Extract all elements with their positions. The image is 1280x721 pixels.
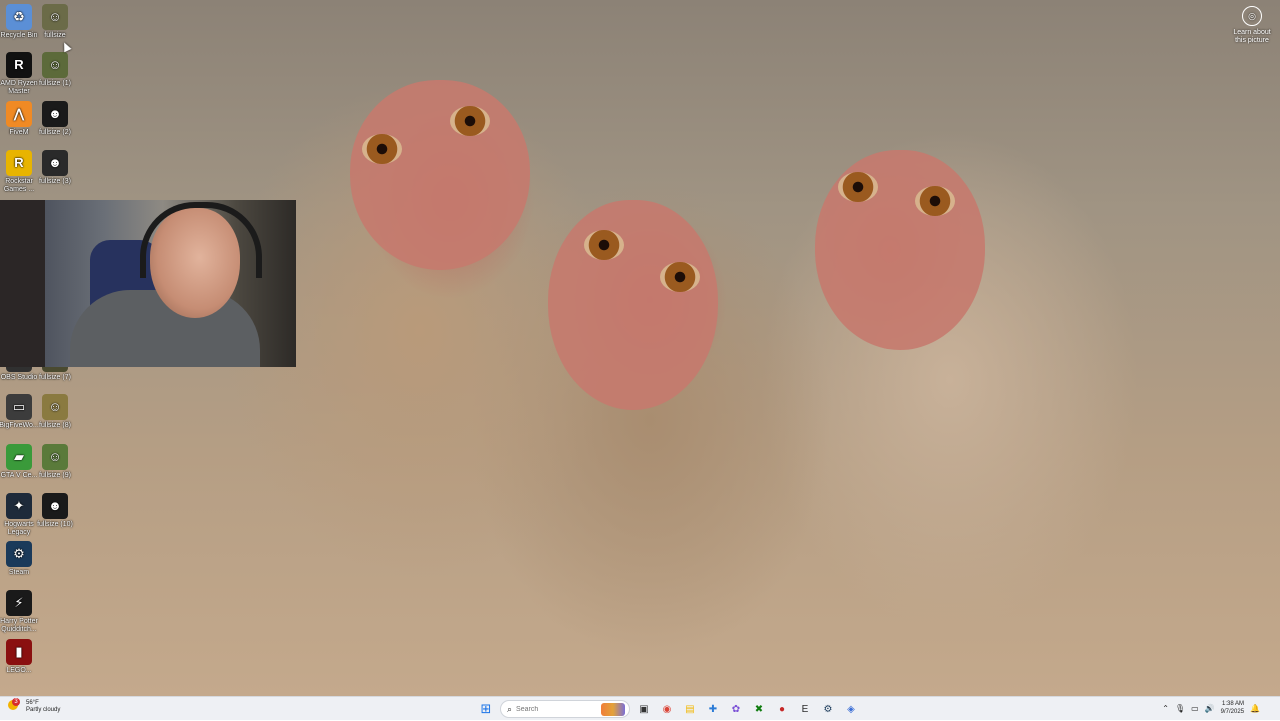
search-input[interactable] [516, 705, 587, 713]
taskbar: 3 56°F Partly cloudy ⊞ ⌕ ▣◉▤✚✿✖●E⚙◈ ⌃ 🎙 … [0, 696, 1280, 720]
start-button[interactable]: ⊞ [476, 699, 496, 719]
chevron-up-icon[interactable]: ⌃ [1162, 704, 1169, 713]
image-icon: ☺ [42, 394, 68, 420]
image-icon: ☻ [42, 101, 68, 127]
desktop-icon-fullsize[interactable]: ☺ fullsize [31, 4, 79, 40]
desktop-icon-label: fullsize (9) [39, 472, 71, 479]
taskbar-app-steam-icon[interactable]: ⚙ [818, 699, 838, 719]
desktop-icon-lego[interactable]: ▮ LEGO... [0, 639, 43, 675]
desktop-icon-label: LEGO... [6, 667, 32, 674]
learn-about-picture-label: Learn about this picture [1233, 29, 1271, 44]
taskbar-app-epic-games-icon[interactable]: E [795, 699, 815, 719]
weather-condition: Partly cloudy [26, 707, 61, 713]
taskbar-app-app-blue-icon[interactable]: ✚ [703, 699, 723, 719]
wallpaper-monkey-eye [362, 134, 402, 164]
desktop-icon-label: fullsize (8) [39, 422, 71, 429]
wallpaper-monkey-eye [915, 186, 955, 216]
weather-temperature: 56°F [26, 700, 39, 706]
headset-icon [140, 202, 262, 278]
desktop-icon-label: fullsize (3) [39, 178, 71, 185]
desktop-icon-label: fullsize (10) [37, 521, 73, 528]
wallpaper-monkey-eye [838, 172, 878, 202]
desktop-icon-fullsize-8[interactable]: ☺ fullsize (8) [31, 394, 79, 430]
search-icon: ⌕ [507, 703, 513, 714]
wallpaper-monkey-eye [660, 262, 700, 292]
taskbar-apps: ⊞ ⌕ ▣◉▤✚✿✖●E⚙◈ [476, 699, 861, 719]
taskbar-app-chrome-icon[interactable]: ◉ [657, 699, 677, 719]
desktop-icon-fullsize-10[interactable]: ☻ fullsize (10) [31, 493, 79, 529]
clock-date: 9/7/2025 [1220, 709, 1245, 715]
desktop-icon-fullsize-3[interactable]: ☻ fullsize (3) [31, 150, 79, 186]
taskbar-app-task-view-icon[interactable]: ▣ [634, 699, 654, 719]
image-icon: ☺ [42, 444, 68, 470]
app-icon: ▰ [6, 444, 32, 470]
desktop-icon-fullsize-2[interactable]: ☻ fullsize (2) [31, 101, 79, 137]
search-highlight-icon [601, 703, 625, 716]
image-icon: ☺ [42, 52, 68, 78]
desktop-icon-fullsize-9[interactable]: ☺ fullsize (9) [31, 444, 79, 480]
weather-icon: 3 [8, 698, 22, 714]
learn-about-picture-button[interactable]: ◎ Learn about this picture [1230, 6, 1274, 45]
quidditch-icon: ⚡ [6, 590, 32, 616]
desktop-icon-label: fullsize (2) [39, 129, 71, 136]
taskbar-app-file-explorer-icon[interactable]: ▤ [680, 699, 700, 719]
desktop-icon-label: Steam [8, 569, 30, 576]
microphone-icon[interactable]: 🎙 [1175, 704, 1185, 713]
volume-icon[interactable]: 🔊 [1205, 704, 1215, 713]
amd-icon: R [6, 52, 32, 78]
steam-icon: ⚙ [6, 541, 32, 567]
image-icon: ☻ [42, 493, 68, 519]
desktop-icon-label: fullsize (1) [39, 80, 71, 87]
desktop-icon-fullsize-1[interactable]: ☺ fullsize (1) [31, 52, 79, 88]
rockstar-icon: R [6, 150, 32, 176]
fivem-icon: ⋀ [6, 101, 32, 127]
taskbar-app-app-purple-icon[interactable]: ✿ [726, 699, 746, 719]
webcam-background-shelf [0, 200, 45, 367]
clock[interactable]: 1:38 AM 9/7/2025 [1221, 700, 1244, 716]
hogwarts-icon: ✦ [6, 493, 32, 519]
wallpaper-monkey-eye [584, 230, 624, 260]
taskbar-app-app-red-icon[interactable]: ● [772, 699, 792, 719]
weather-alert-badge: 3 [12, 698, 20, 706]
desktop-icon-steam[interactable]: ⚙ Steam [0, 541, 43, 577]
taskbar-search[interactable]: ⌕ [500, 700, 630, 718]
webcam-overlay [0, 200, 296, 367]
wallpaper-monkey-eye [450, 106, 490, 136]
show-desktop-button[interactable] [1274, 697, 1280, 721]
pinned-apps: ▣ ◉ ▤ ✚ ✿ ✖ ● E ⚙ ◈ [634, 699, 861, 719]
image-icon: ☻ [42, 150, 68, 176]
recycle-bin-icon: ♻ [6, 4, 32, 30]
wallpaper-monkey-face [548, 200, 718, 410]
notification-bell-icon[interactable]: 🔔 [1250, 704, 1260, 713]
system-tray: ⌃ 🎙 ▭ 🔊 1:38 AM 9/7/2025 🔔 [1162, 700, 1260, 716]
desktop-icon-label: fullsize [44, 32, 66, 39]
taskbar-app-app-blue2-icon[interactable]: ◈ [841, 699, 861, 719]
app-icon: ▭ [6, 394, 32, 420]
app-icon: ▮ [6, 639, 32, 665]
desktop-icon-label: fullsize (7) [39, 374, 71, 381]
wallpaper-monkey-face [350, 80, 530, 270]
clock-time: 1:38 AM [1222, 701, 1245, 707]
network-icon[interactable]: ▭ [1191, 704, 1199, 713]
weather-widget[interactable]: 3 56°F Partly cloudy [8, 698, 61, 714]
desktop-icon-label: Harry Potter Quidditch... [0, 618, 38, 633]
image-icon: ☺ [42, 4, 68, 30]
taskbar-app-xbox-icon[interactable]: ✖ [749, 699, 769, 719]
camera-icon: ◎ [1242, 6, 1262, 26]
desktop-icon-harry-potter-quidditch[interactable]: ⚡ Harry Potter Quidditch... [0, 590, 43, 634]
desktop-icon-label: FiveM [9, 129, 29, 136]
